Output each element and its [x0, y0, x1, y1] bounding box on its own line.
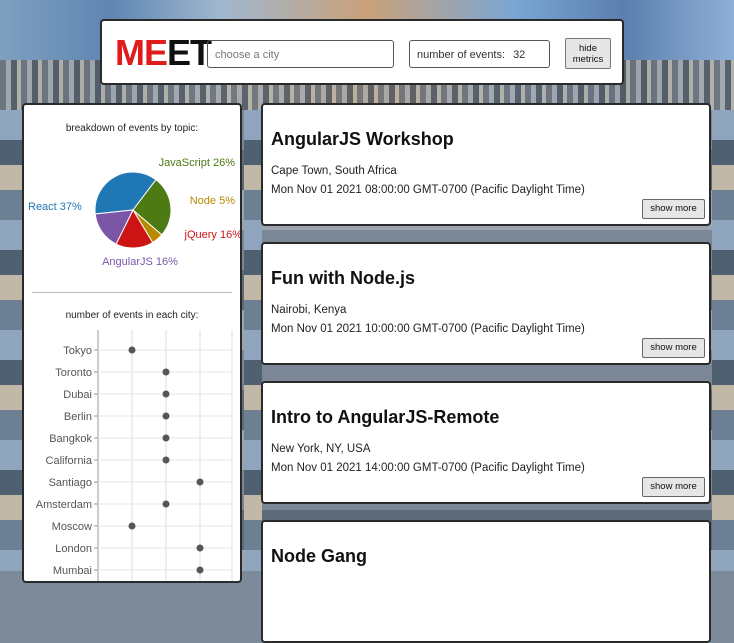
scatter-chart-title: number of events in each city:	[65, 310, 199, 321]
city-tick-label: Santiago	[49, 477, 92, 489]
city-tick-label: Toronto	[55, 367, 92, 379]
scatter-point	[162, 500, 170, 508]
event-title: AngularJS Workshop	[271, 129, 454, 149]
city-tick-label: Moscow	[52, 521, 92, 533]
city-tick-label: Amsterdam	[36, 499, 92, 511]
event-card[interactable]: Fun with Node.js Nairobi, Kenya Mon Nov …	[261, 242, 711, 365]
pie-chart-title: breakdown of events by topic:	[65, 123, 199, 134]
pie-label: JavaScript 26%	[159, 157, 236, 169]
scatter-point	[128, 522, 136, 530]
city-tick-label: Dubai	[63, 389, 92, 401]
show-more-button[interactable]: show more	[642, 338, 705, 358]
scatter-point	[162, 412, 170, 420]
scatter-point	[162, 390, 170, 398]
event-card[interactable]: AngularJS Workshop Cape Town, South Afri…	[261, 103, 711, 226]
city-tick-label: Berlin	[64, 411, 92, 423]
event-card[interactable]: Node Gang	[261, 520, 711, 643]
city-scatter-chart: Tokyo Toronto Dubai Berlin Bangkok California…	[36, 330, 233, 581]
city-tick-label: Tokyo	[63, 345, 92, 357]
topic-pie-chart: React 37% JavaScript 26% Node 5% jQuery 16%…	[28, 157, 240, 268]
event-title: Fun with Node.js	[271, 268, 415, 288]
event-date: Mon Nov 01 2021 08:00:00 GMT-0700 (Pacif…	[271, 184, 585, 196]
scatter-point	[128, 346, 136, 354]
pie-label: jQuery 16%	[184, 229, 240, 241]
scatter-point	[196, 478, 204, 486]
events-value[interactable]: 32	[513, 49, 525, 61]
city-search-input[interactable]: choose a city	[207, 40, 394, 68]
pie-label: Node 5%	[190, 195, 235, 207]
show-more-button[interactable]: show more	[642, 477, 705, 497]
scatter-point	[162, 434, 170, 442]
pie-label: React 37%	[28, 201, 82, 213]
event-date: Mon Nov 01 2021 10:00:00 GMT-0700 (Pacif…	[271, 323, 585, 335]
scatter-point	[196, 544, 204, 552]
app-header: MEET choose a city number of events: 32 h…	[100, 19, 624, 85]
city-tick-label: Bangkok	[49, 433, 92, 445]
event-title: Node Gang	[271, 546, 368, 566]
show-more-button[interactable]: show more	[642, 199, 705, 219]
meet-logo: MEET	[115, 32, 212, 73]
divider	[32, 292, 232, 293]
scatter-point	[162, 456, 170, 464]
event-card[interactable]: Intro to AngularJS-Remote New York, NY, …	[261, 381, 711, 504]
event-location: Cape Town, South Africa	[271, 165, 397, 177]
hide-metrics-button[interactable]: hide metrics	[565, 38, 611, 69]
number-of-events-input[interactable]: number of events: 32	[409, 40, 550, 68]
city-tick-label: Mumbai	[53, 565, 92, 577]
event-location: Nairobi, Kenya	[271, 304, 347, 316]
city-tick-label: London	[55, 543, 92, 555]
event-title: Intro to AngularJS-Remote	[271, 407, 500, 427]
event-location: New York, NY, USA	[271, 443, 371, 455]
city-tick-label: California	[46, 455, 93, 467]
scatter-point	[196, 566, 204, 574]
event-date: Mon Nov 01 2021 14:00:00 GMT-0700 (Pacif…	[271, 462, 585, 474]
events-label: number of events:	[417, 49, 506, 61]
metrics-panel: breakdown of events by topic: React 37% J…	[22, 103, 242, 583]
scatter-point	[162, 368, 170, 376]
pie-label: AngularJS 16%	[102, 256, 178, 268]
